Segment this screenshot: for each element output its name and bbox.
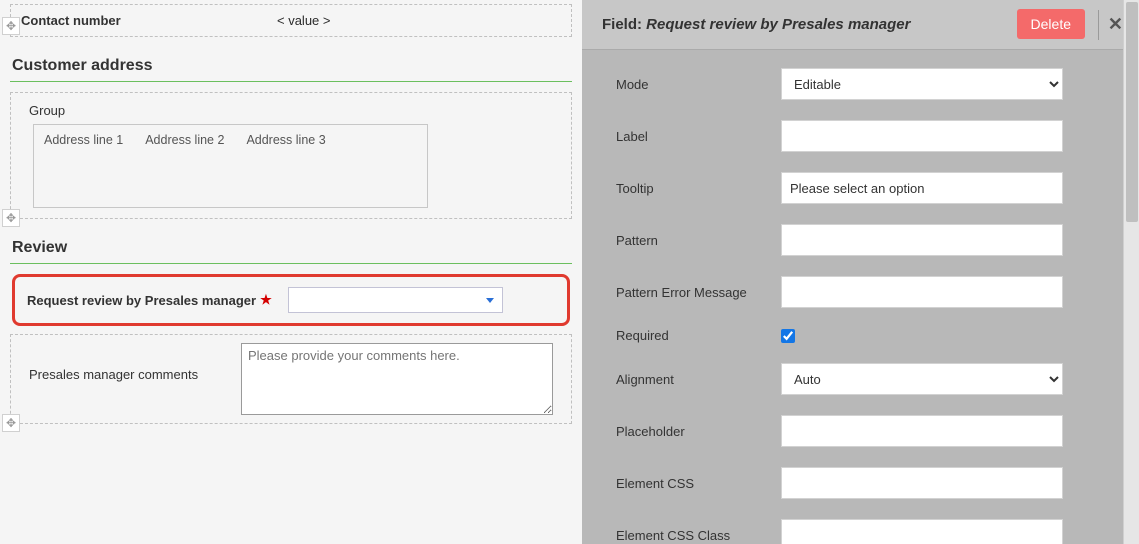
address-line-1[interactable]: Address line 1 xyxy=(44,133,123,147)
prop-row-required: Required xyxy=(616,328,1115,343)
element-css-class-input[interactable] xyxy=(781,519,1063,544)
customer-address-title: Customer address xyxy=(10,47,572,79)
placeholder-label: Placeholder xyxy=(616,424,781,439)
request-review-select[interactable] xyxy=(288,287,503,313)
pattern-label: Pattern xyxy=(616,233,781,248)
request-review-label: Request review by Presales manager xyxy=(27,293,256,308)
scrollbar-thumb[interactable] xyxy=(1126,2,1138,222)
alignment-label: Alignment xyxy=(616,372,781,387)
tooltip-input[interactable] xyxy=(781,172,1063,204)
contact-field-container[interactable]: Contact number < value > xyxy=(10,4,572,37)
delete-button[interactable]: Delete xyxy=(1017,9,1085,39)
customer-address-section: Customer address Group Address line 1 Ad… xyxy=(10,47,572,219)
properties-title: Field: Request review by Presales manage… xyxy=(602,16,910,33)
address-lines: Address line 1 Address line 2 Address li… xyxy=(44,133,417,147)
placeholder-input[interactable] xyxy=(781,415,1063,447)
address-line-3[interactable]: Address line 3 xyxy=(246,133,325,147)
page-scrollbar[interactable] xyxy=(1123,0,1139,544)
prop-row-alignment: Alignment Auto xyxy=(616,363,1115,395)
prop-row-element-css: Element CSS xyxy=(616,467,1115,499)
group-label: Group xyxy=(29,103,561,118)
required-label: Required xyxy=(616,328,781,343)
drag-handle-icon[interactable] xyxy=(2,209,20,227)
prop-row-pattern-error: Pattern Error Message xyxy=(616,276,1115,308)
prop-row-tooltip: Tooltip xyxy=(616,172,1115,204)
contact-row: Contact number < value > xyxy=(21,13,561,28)
element-css-class-label: Element CSS Class xyxy=(616,528,781,543)
label-input[interactable] xyxy=(781,120,1063,152)
properties-header: Field: Request review by Presales manage… xyxy=(582,0,1139,50)
header-divider xyxy=(1098,10,1099,40)
contact-label: Contact number xyxy=(21,13,241,28)
comments-textarea[interactable] xyxy=(241,343,553,415)
properties-title-prefix: Field: xyxy=(602,16,646,33)
selected-field-request-review[interactable]: Request review by Presales manager ★ xyxy=(12,274,570,326)
form-canvas: Contact number < value > Customer addres… xyxy=(0,0,582,544)
prop-row-element-css-class: Element CSS Class xyxy=(616,519,1115,544)
address-group-container[interactable]: Group Address line 1 Address line 2 Addr… xyxy=(10,92,572,219)
contact-value-placeholder: < value > xyxy=(277,13,331,28)
required-checkbox[interactable] xyxy=(781,329,795,343)
prop-row-placeholder: Placeholder xyxy=(616,415,1115,447)
mode-select[interactable]: Editable xyxy=(781,68,1063,100)
properties-body: Mode Editable Label Tooltip Pattern Patt… xyxy=(582,50,1139,544)
form-area: Contact number < value > Customer addres… xyxy=(0,0,582,444)
properties-title-value: Request review by Presales manager xyxy=(646,16,910,33)
comments-field-container[interactable]: Presales manager comments xyxy=(10,334,572,424)
drag-handle-icon[interactable] xyxy=(2,414,20,432)
pattern-input[interactable] xyxy=(781,224,1063,256)
section-underline xyxy=(10,81,572,82)
pattern-error-label: Pattern Error Message xyxy=(616,285,781,300)
label-label: Label xyxy=(616,129,781,144)
element-css-label: Element CSS xyxy=(616,476,781,491)
drag-handle-icon[interactable] xyxy=(2,17,20,35)
pattern-error-input[interactable] xyxy=(781,276,1063,308)
prop-row-label: Label xyxy=(616,120,1115,152)
alignment-select[interactable]: Auto xyxy=(781,363,1063,395)
address-group-box[interactable]: Address line 1 Address line 2 Address li… xyxy=(33,124,428,208)
chevron-down-icon xyxy=(486,298,494,303)
review-title: Review xyxy=(10,229,572,261)
field-properties-panel: Field: Request review by Presales manage… xyxy=(582,0,1139,544)
prop-row-mode: Mode Editable xyxy=(616,68,1115,100)
section-underline xyxy=(10,263,572,264)
tooltip-label: Tooltip xyxy=(616,181,781,196)
address-line-2[interactable]: Address line 2 xyxy=(145,133,224,147)
review-section: Review Request review by Presales manage… xyxy=(10,229,572,424)
mode-label: Mode xyxy=(616,77,781,92)
element-css-input[interactable] xyxy=(781,467,1063,499)
comments-label: Presales manager comments xyxy=(29,343,241,382)
comments-row: Presales manager comments xyxy=(29,343,561,415)
required-star-icon: ★ xyxy=(260,292,272,308)
prop-row-pattern: Pattern xyxy=(616,224,1115,256)
